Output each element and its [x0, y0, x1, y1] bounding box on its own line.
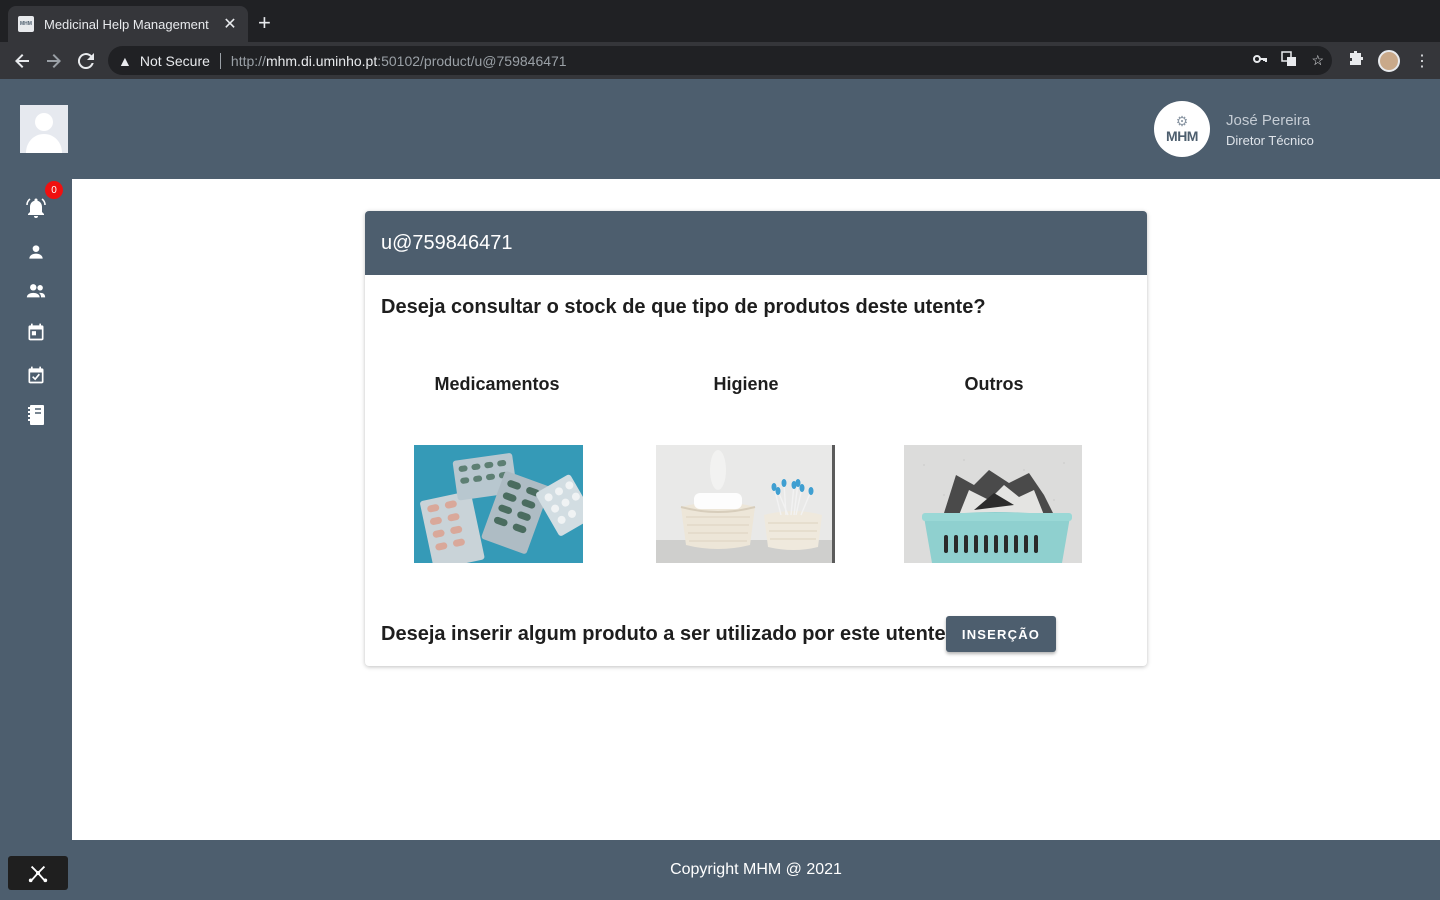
forward-icon[interactable] [38, 45, 70, 77]
translate-icon[interactable] [1281, 51, 1297, 70]
user-role: Diretor Técnico [1226, 133, 1314, 148]
not-secure-label: Not Secure [139, 52, 210, 69]
person-icon[interactable] [22, 238, 50, 266]
omnibox-separator [219, 52, 221, 69]
gear-icon: ⚙ [1175, 113, 1189, 129]
browser-tabbar: MHM Medicinal Help Management ✕ + [0, 0, 1440, 42]
calendar-icon[interactable] [22, 318, 50, 346]
url-text: http://mhm.di.uminho.pt:50102/product/u@… [230, 52, 567, 69]
browser-toolbar: ▲ Not Secure http://mhm.di.uminho.pt:501… [0, 42, 1440, 79]
sidebar: 0 [0, 179, 72, 900]
menu-dots-icon[interactable]: ⋮ [1414, 51, 1430, 71]
footer: Copyright MHM @ 2021 [72, 840, 1440, 900]
category-label-medicamentos: Medicamentos [434, 374, 560, 394]
user-avatar[interactable] [20, 105, 68, 153]
product-card: u@759846471 Deseja consultar o stock de … [365, 211, 1147, 666]
back-icon[interactable] [6, 45, 38, 77]
new-tab-icon[interactable]: + [258, 12, 271, 34]
warning-icon: ▲ [118, 52, 132, 69]
address-bar[interactable]: ▲ Not Secure http://mhm.di.uminho.pt:501… [108, 46, 1332, 75]
notification-badge: 0 [45, 181, 63, 199]
notebook-icon[interactable] [22, 401, 50, 429]
copyright-text: Copyright MHM @ 2021 [670, 861, 842, 878]
notifications-bell-icon[interactable] [22, 194, 50, 222]
extensions-icon[interactable] [1348, 50, 1364, 71]
card-title: u@759846471 [365, 211, 1147, 275]
stock-question: Deseja consultar o stock de que tipo de … [381, 296, 986, 318]
mhm-logo[interactable]: ⚙ MHM [1154, 101, 1210, 157]
category-label-outros: Outros [964, 374, 1024, 394]
bookmark-star-icon[interactable]: ☆ [1311, 52, 1324, 69]
tab-title: Medicinal Help Management [44, 16, 209, 32]
reload-icon[interactable] [70, 45, 102, 77]
insert-button[interactable]: INSERÇÃO [946, 616, 1056, 652]
insert-question: Deseja inserir algum produto a ser utili… [381, 623, 958, 645]
favicon-icon: MHM [18, 16, 34, 32]
category-image-higiene[interactable] [656, 445, 835, 563]
close-tab-icon[interactable]: ✕ [222, 14, 238, 34]
category-image-outros[interactable] [904, 445, 1082, 563]
app-header: ⚙ MHM José Pereira Diretor Técnico [0, 79, 1440, 179]
category-image-medicamentos[interactable] [414, 445, 583, 563]
event-check-icon[interactable] [22, 361, 50, 389]
profile-avatar[interactable] [1378, 49, 1400, 72]
browser-tab[interactable]: MHM Medicinal Help Management ✕ [8, 6, 248, 42]
people-icon[interactable] [22, 277, 50, 305]
key-icon[interactable] [1253, 52, 1268, 69]
api-hub-icon[interactable] [8, 856, 68, 890]
user-name: José Pereira [1226, 112, 1311, 129]
category-label-higiene: Higiene [713, 374, 779, 394]
